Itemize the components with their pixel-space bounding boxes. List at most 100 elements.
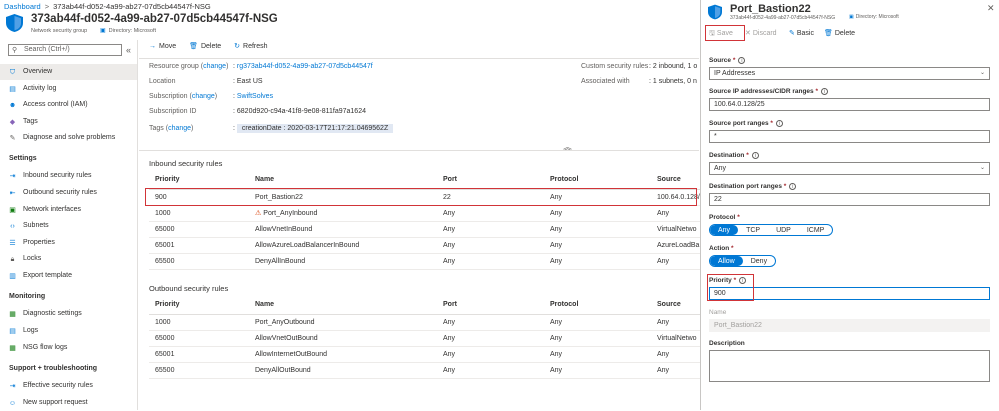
change-resource-group-link[interactable]: change — [203, 63, 226, 70]
refresh-button[interactable]: ↻ Refresh — [234, 43, 267, 50]
change-subscription-link[interactable]: change — [192, 93, 215, 100]
essentials-resource-group: Resource group (change): rg373ab44f-d052… — [149, 63, 373, 70]
column-header[interactable]: Port — [437, 171, 544, 190]
source-ip-label: Source IP addresses/CIDR ranges * i — [709, 88, 828, 95]
table-row[interactable]: 65000 AllowVnetInBound Any Any VirtualNetwo — [149, 221, 709, 238]
inbound-title: Inbound security rules — [149, 159, 223, 168]
table-row[interactable]: 65001 AllowAzureLoadBalancerInBound Any Any… — [149, 237, 709, 254]
sidebar-section-monitoring: Monitoring — [9, 293, 46, 300]
close-icon[interactable]: ✕ — [987, 3, 995, 14]
shield-icon: ⛉ — [9, 69, 16, 76]
sidebar-item-new-support-request[interactable]: ☺ New support request — [0, 395, 137, 411]
source-select[interactable]: IP Addresses ⌄ — [709, 67, 990, 80]
sidebar-item-overview[interactable]: ⛉ Overview — [0, 64, 137, 80]
sidebar-item-inbound-rules[interactable]: ⇥ Inbound security rules — [0, 168, 137, 184]
table-row[interactable]: 65500 DenyAllInBound Any Any Any — [149, 253, 709, 270]
action-option-allow[interactable]: Allow — [710, 256, 743, 266]
column-header[interactable]: Protocol — [544, 296, 651, 315]
source-ip-input[interactable]: 100.64.0.128/25 — [709, 98, 990, 111]
move-button[interactable]: → Move — [149, 43, 176, 50]
chevron-down-icon: ⌄ — [979, 165, 985, 171]
cell-name: AllowVnetOutBound — [249, 330, 437, 347]
change-tags-link[interactable]: change — [168, 125, 191, 132]
logs-icon: ▤ — [9, 328, 16, 335]
highlight-box — [145, 188, 697, 206]
breadcrumb-separator: > — [44, 2, 50, 11]
protocol-option-any[interactable]: Any — [710, 225, 739, 235]
chevron-up-icon[interactable]: ︽ — [563, 140, 572, 153]
protocol-option-udp[interactable]: UDP — [768, 225, 799, 235]
table-row[interactable]: 65500 DenyAllOutBound Any Any Any — [149, 362, 709, 379]
collapse-sidebar-button[interactable]: « — [126, 45, 131, 55]
column-header[interactable]: Port — [437, 296, 544, 315]
column-header[interactable]: Protocol — [544, 171, 651, 190]
sidebar-item-subnets[interactable]: ‹› Subnets — [0, 218, 137, 234]
sidebar-item-diagnostic-settings[interactable]: ▦ Diagnostic settings — [0, 306, 137, 322]
table-row[interactable]: 1000 ⚠ Port_AnyInbound Any Any Any — [149, 205, 709, 222]
info-icon[interactable]: i — [789, 183, 797, 190]
basic-button[interactable]: ✎ Basic — [789, 29, 814, 37]
resource-header: 373ab44f-d052-4a99-ab27-07d5cb44547f-NSG… — [0, 12, 700, 38]
divider — [139, 58, 699, 59]
info-icon[interactable]: i — [775, 120, 783, 127]
table-header-row: Priority Name Port Protocol Source — [149, 171, 709, 190]
sidebar-search-input[interactable]: ⚲ Search (Ctrl+/) — [8, 44, 122, 56]
cell-name: ⚠ Port_AnyInbound — [249, 205, 437, 222]
column-header[interactable]: Name — [249, 171, 437, 190]
name-label: Name — [709, 309, 727, 316]
delete-rule-button[interactable]: 🗑︎ Delete — [824, 29, 855, 37]
column-header[interactable]: Priority — [149, 171, 249, 190]
sidebar-item-nsg-flow-logs[interactable]: ▦ NSG flow logs — [0, 340, 137, 356]
delete-button[interactable]: 🗑︎ Delete — [189, 43, 221, 50]
sidebar-item-network-interfaces[interactable]: ▣ Network interfaces — [0, 202, 137, 218]
protocol-option-icmp[interactable]: ICMP — [799, 225, 832, 235]
column-header[interactable]: Priority — [149, 296, 249, 315]
directory-label: ▣ Directory: Microsoft — [100, 28, 157, 34]
people-icon: ☻ — [8, 102, 17, 109]
highlight-box — [707, 274, 754, 301]
table-row[interactable]: 65000 AllowVnetOutBound Any Any VirtualNetwo — [149, 330, 709, 347]
dest-port-input[interactable]: 22 — [709, 193, 990, 206]
essentials-tags: Tags (change): creationDate : 2020-03-17… — [149, 124, 394, 133]
essentials-subscription: Subscription (change): SwiftSolves — [149, 93, 274, 100]
tag-icon: ◆ — [9, 119, 16, 126]
source-label: Source * i — [709, 57, 746, 64]
action-option-deny[interactable]: Deny — [743, 256, 775, 266]
table-row[interactable]: 65001 AllowInternetOutBound Any Any Any — [149, 346, 709, 363]
main-content: → Move 🗑︎ Delete ↻ Refresh Resource group (… — [139, 38, 709, 410]
sidebar-item-tags[interactable]: ◆ Tags — [0, 114, 137, 130]
table-row[interactable]: 1000 Port_AnyOutbound Any Any Any — [149, 314, 709, 331]
sidebar-item-diagnose[interactable]: ✎ Diagnose and solve problems — [0, 130, 137, 146]
sidebar-item-access-control[interactable]: ☻ Access control (IAM) — [0, 97, 137, 113]
breadcrumb-dashboard-link[interactable]: Dashboard — [4, 2, 41, 11]
sidebar-section-support: Support + troubleshooting — [9, 365, 98, 372]
sidebar-item-outbound-rules[interactable]: ⇤ Outbound security rules — [0, 185, 137, 201]
column-header[interactable]: Name — [249, 296, 437, 315]
export-icon: ▥ — [9, 273, 16, 280]
sidebar-item-export-template[interactable]: ▥ Export template — [0, 268, 137, 284]
protocol-toggle: Any TCP UDP ICMP — [709, 224, 834, 236]
protocol-option-tcp[interactable]: TCP — [738, 225, 768, 235]
source-port-input[interactable]: * — [709, 130, 990, 143]
sidebar-item-locks[interactable]: 🔒︎ Locks — [0, 251, 137, 267]
sidebar-item-effective-rules[interactable]: ⇥ Effective security rules — [0, 378, 137, 394]
sidebar-item-logs[interactable]: ▤ Logs — [0, 323, 137, 339]
info-icon[interactable]: i — [738, 57, 746, 64]
subscription-link[interactable]: SwiftSolves — [237, 93, 273, 100]
sidebar-section-settings: Settings — [9, 155, 37, 162]
destination-select[interactable]: Any ⌄ — [709, 162, 990, 175]
cell-priority: 65001 — [149, 346, 249, 363]
info-icon[interactable]: i — [751, 152, 759, 159]
source-port-label: Source port ranges * i — [709, 120, 783, 127]
directory-icon: ▣ — [849, 14, 854, 20]
info-icon[interactable]: i — [821, 88, 828, 95]
resource-group-link[interactable]: rg373ab44f-d052-4a99-ab27-07d5cb44547f — [237, 63, 373, 70]
discard-button[interactable]: ✕ Discard — [745, 29, 777, 37]
divider — [139, 150, 699, 151]
tag-badge[interactable]: creationDate : 2020-03-17T21:17:21.04695… — [236, 124, 394, 133]
cell-port: Any — [437, 221, 544, 238]
sidebar-item-activity-log[interactable]: ▤ Activity log — [0, 81, 137, 97]
description-textarea[interactable] — [709, 350, 990, 382]
cell-priority: 1000 — [149, 205, 249, 222]
sidebar-item-properties[interactable]: ☰ Properties — [0, 235, 137, 251]
